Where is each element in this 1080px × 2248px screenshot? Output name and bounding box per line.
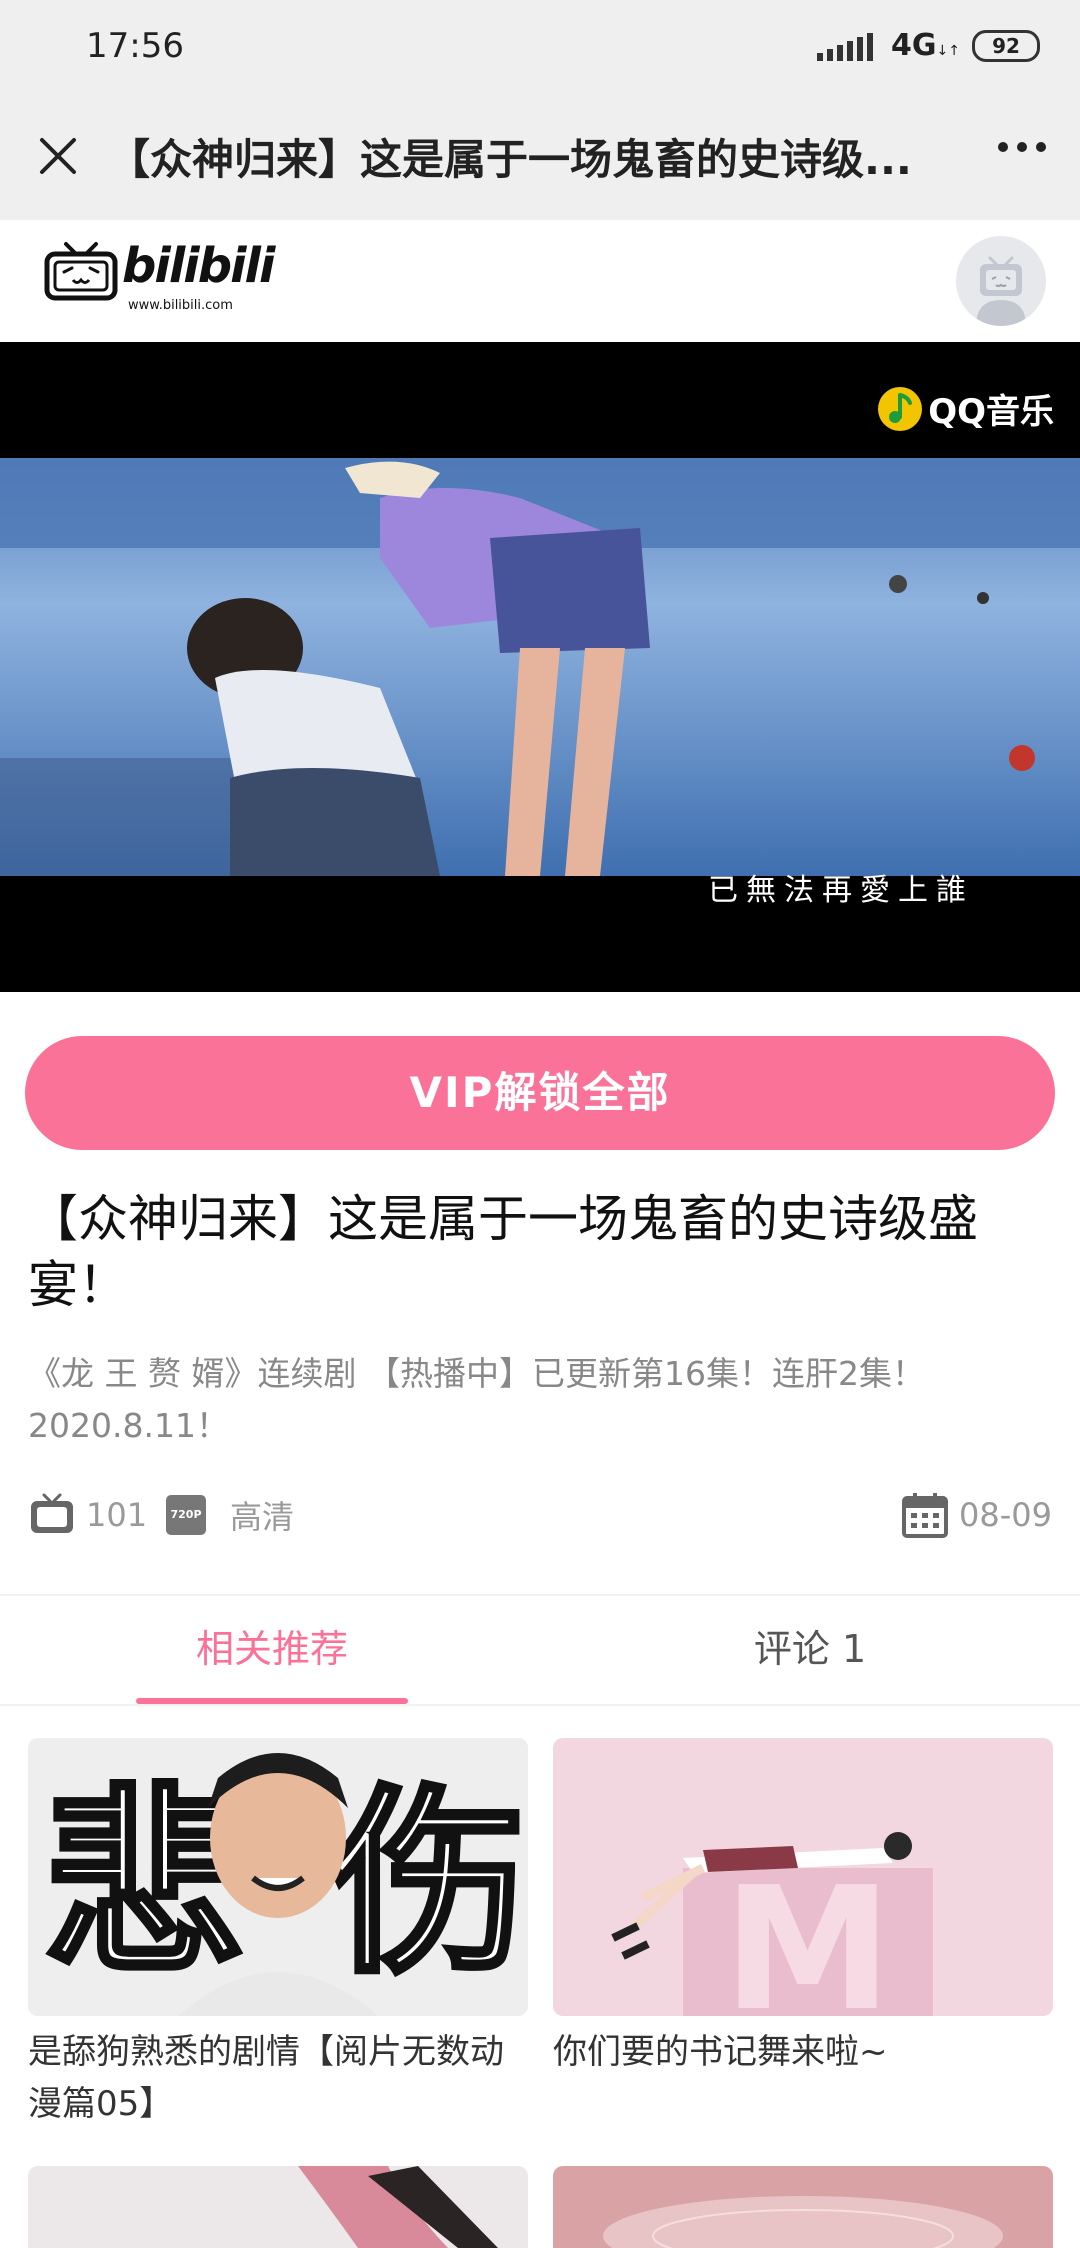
qq-music-icon bbox=[878, 386, 923, 431]
video-thumbnail: 悲 伤 bbox=[28, 1738, 528, 2016]
tab-recommendations[interactable]: 相关推荐 bbox=[136, 1596, 408, 1704]
play-count: 101 bbox=[28, 1488, 147, 1542]
quality-label: 高清 bbox=[230, 1498, 295, 1536]
recommendation-title: 你们要的书记舞来啦~ bbox=[553, 2032, 888, 2072]
recommendation-card[interactable] bbox=[28, 2166, 528, 2248]
tab-label: 评论 1 bbox=[753, 1627, 867, 1671]
video-thumbnail bbox=[553, 2166, 1053, 2248]
video-thumbnail: M bbox=[553, 1738, 1053, 2016]
bilibili-logo[interactable]: bilibili www.bilibili.com bbox=[44, 238, 275, 313]
tv-play-icon bbox=[31, 1493, 73, 1533]
tab-active-indicator bbox=[136, 1698, 408, 1704]
signal-icon bbox=[817, 31, 874, 61]
video-player[interactable]: QQ音乐 已無法再愛上誰 bbox=[0, 342, 1080, 992]
video-title: 【众神归来】这是属于一场鬼畜的史诗级盛宴！ bbox=[28, 1190, 978, 1314]
recommendation-card[interactable]: M 你们要的书记舞来啦~ bbox=[553, 1738, 1053, 2078]
video-description: 《龙 王 赘 婿》连续剧 【热播中】已更新第16集！连肝2集！2020.8.11… bbox=[28, 1354, 925, 1445]
thumb-text: M bbox=[723, 1851, 892, 2016]
tab-bar: 相关推荐 评论 1 bbox=[0, 1596, 1080, 1706]
network-type: 4G↓↑ bbox=[891, 28, 960, 63]
quality-badge: 720P bbox=[166, 1495, 206, 1535]
status-time: 17:56 bbox=[86, 26, 184, 66]
battery-icon: 92 bbox=[972, 29, 1040, 62]
tv-icon bbox=[44, 242, 118, 301]
video-thumbnail bbox=[28, 2166, 528, 2248]
page-title: 【众神归来】这是属于一场鬼畜的史诗级... bbox=[108, 135, 912, 184]
qq-music-label: QQ音乐 bbox=[928, 392, 1054, 432]
close-icon[interactable] bbox=[34, 132, 82, 180]
user-icon bbox=[976, 256, 1026, 326]
brand-url: www.bilibili.com bbox=[128, 298, 233, 313]
brand-name: bilibili bbox=[122, 238, 275, 294]
status-icons: 4G↓↑ 92 bbox=[817, 28, 1040, 63]
vip-unlock-button[interactable]: VIP解锁全部 bbox=[25, 1036, 1055, 1150]
play-count-value: 101 bbox=[86, 1496, 148, 1534]
publish-date-value: 08-09 bbox=[959, 1496, 1052, 1534]
recommendation-card[interactable]: 悲 伤 是舔狗熟悉的剧情【阅片无数动漫篇05】 bbox=[28, 1738, 528, 2130]
recommendation-title: 是舔狗熟悉的剧情【阅片无数动漫篇05】 bbox=[28, 2032, 504, 2124]
recommendation-card[interactable] bbox=[553, 2166, 1053, 2248]
publish-date: 08-09 bbox=[901, 1488, 1052, 1542]
more-options-icon[interactable] bbox=[998, 142, 1046, 152]
video-frame bbox=[0, 458, 1080, 876]
tab-comments[interactable]: 评论 1 bbox=[700, 1596, 920, 1704]
thumb-text-left: 悲 bbox=[44, 1768, 244, 2001]
title-bar: 【众神归来】这是属于一场鬼畜的史诗级... bbox=[0, 96, 1080, 220]
status-bar: 17:56 4G↓↑ 92 bbox=[0, 0, 1080, 96]
quality-info: 720P 高清 bbox=[166, 1488, 294, 1542]
thumb-text-right: 伤 bbox=[327, 1768, 528, 2001]
qq-music-watermark: QQ音乐 bbox=[878, 384, 1054, 433]
video-subtitle: 已無法再愛上誰 bbox=[708, 873, 974, 908]
avatar[interactable] bbox=[956, 236, 1046, 326]
site-header: bilibili www.bilibili.com bbox=[0, 220, 1080, 343]
tab-label: 相关推荐 bbox=[195, 1627, 348, 1671]
video-meta: 101 720P 高清 08-09 bbox=[28, 1488, 1052, 1542]
calendar-icon bbox=[902, 1493, 949, 1538]
